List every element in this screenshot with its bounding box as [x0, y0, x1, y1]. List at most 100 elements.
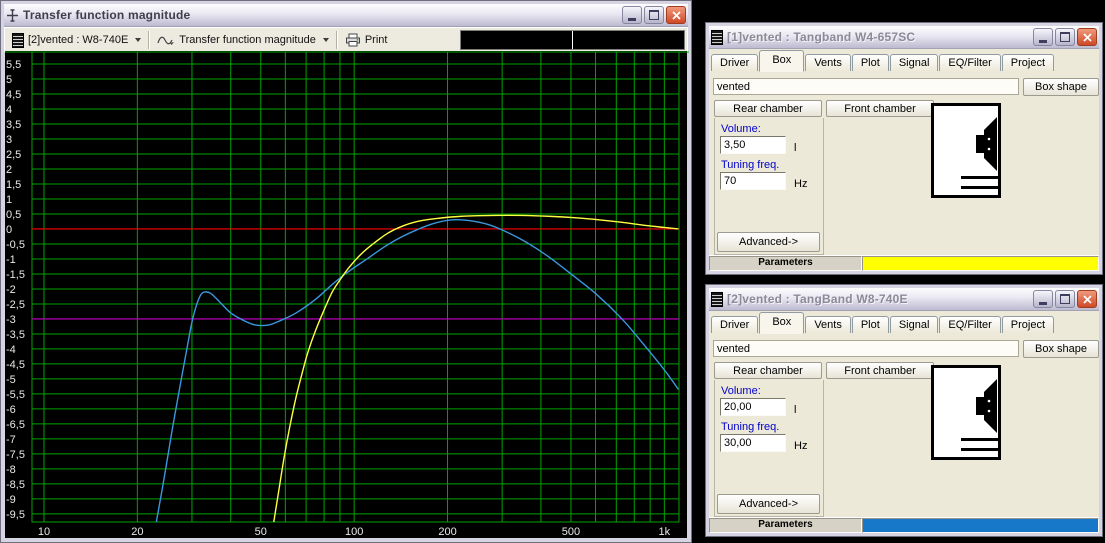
- tab-project[interactable]: Project: [1001, 54, 1055, 71]
- crosshair-icon: [7, 8, 18, 22]
- maximize-button[interactable]: [1055, 290, 1075, 308]
- rear-chamber-button[interactable]: Rear chamber: [714, 362, 822, 379]
- status-parameters-label: Parameters: [709, 256, 862, 271]
- minimize-button[interactable]: [1033, 290, 1053, 308]
- progress-fill: [863, 257, 1098, 270]
- tab-plot[interactable]: Plot: [851, 54, 889, 71]
- minimize-button[interactable]: [622, 6, 642, 24]
- graph-type-dropdown[interactable]: Transfer function magnitude: [152, 29, 334, 51]
- advanced-button[interactable]: Advanced->: [717, 232, 820, 252]
- tab-vents[interactable]: Vents: [805, 54, 851, 71]
- svg-text:100: 100: [345, 526, 363, 538]
- vented-box-drawing: [931, 365, 1001, 460]
- window-titlebar[interactable]: [1]vented : Tangband W4-657SC: [709, 26, 1099, 49]
- svg-text:-7,5: -7,5: [6, 449, 25, 461]
- close-button[interactable]: [666, 6, 686, 24]
- box-shape-button[interactable]: Box shape: [1023, 340, 1099, 358]
- box-name-input[interactable]: [713, 78, 1019, 95]
- svg-text:-0,5: -0,5: [6, 239, 25, 251]
- plot-window: Transfer function magnitude [2]vented : …: [0, 0, 692, 543]
- front-chamber-button[interactable]: Front chamber: [826, 100, 934, 117]
- tuning-freq-unit: Hz: [794, 178, 808, 190]
- svg-text:-3: -3: [6, 314, 16, 326]
- volume-label: Volume:: [721, 385, 761, 397]
- svg-text:-8,5: -8,5: [6, 479, 25, 491]
- tuning-freq-label: Tuning freq.: [721, 421, 780, 433]
- status-progress: [862, 256, 1099, 271]
- project-window-1: [1]vented : Tangband W4-657SC Driver Box…: [705, 22, 1103, 275]
- box-shape-button[interactable]: Box shape: [1023, 78, 1099, 96]
- volume-unit: l: [794, 404, 797, 416]
- maximize-button[interactable]: [1055, 28, 1075, 46]
- advanced-button[interactable]: Advanced->: [717, 494, 820, 514]
- volume-unit: l: [794, 142, 797, 154]
- tab-plot[interactable]: Plot: [851, 316, 889, 333]
- minimize-button[interactable]: [1033, 28, 1053, 46]
- plot-area[interactable]: 5,5 5 4,5 4 3,5 3 2,5 2 1,5 1 0,5 0 -0,5 -1 -1,5 -2 -2,5…: [5, 51, 689, 539]
- status-progress: [862, 518, 1099, 533]
- svg-text:-6,5: -6,5: [6, 419, 25, 431]
- tab-driver[interactable]: Driver: [711, 54, 759, 71]
- status-parameters-label: Parameters: [709, 518, 862, 533]
- tuning-freq-input[interactable]: [720, 172, 786, 190]
- vented-box-drawing: [931, 103, 1001, 198]
- waveform-icon: [157, 36, 175, 45]
- svg-text:3,5: 3,5: [6, 119, 21, 131]
- volume-input[interactable]: [720, 398, 786, 416]
- svg-text:1k: 1k: [659, 526, 671, 538]
- tab-project[interactable]: Project: [1001, 316, 1055, 333]
- printer-icon: [345, 33, 360, 47]
- box-name-input[interactable]: [713, 340, 1019, 357]
- tuning-freq-input[interactable]: [720, 434, 786, 452]
- readout-magnitude: [573, 31, 684, 49]
- tab-signal[interactable]: Signal: [889, 54, 939, 71]
- tab-vents[interactable]: Vents: [805, 316, 851, 333]
- window-title: [2]vented : TangBand W8-740E: [727, 292, 908, 306]
- project-icon: [711, 29, 723, 45]
- project-selector-dropdown[interactable]: [2]vented : W8-740E: [7, 29, 146, 51]
- front-chamber-button[interactable]: Front chamber: [826, 362, 934, 379]
- tab-box[interactable]: Box: [759, 312, 805, 334]
- project-icon: [12, 32, 24, 48]
- close-button[interactable]: [1077, 28, 1097, 46]
- chevron-down-icon: [135, 38, 142, 42]
- svg-text:10: 10: [38, 526, 50, 538]
- close-button[interactable]: [1077, 290, 1097, 308]
- rear-chamber-button[interactable]: Rear chamber: [714, 100, 822, 117]
- window-titlebar[interactable]: [2]vented : TangBand W8-740E: [709, 288, 1099, 311]
- svg-text:-4,5: -4,5: [6, 359, 25, 371]
- toolbar-separator: [148, 31, 151, 49]
- tab-box[interactable]: Box: [759, 50, 805, 72]
- svg-text:5: 5: [6, 74, 12, 86]
- tab-eq-filter[interactable]: EQ/Filter: [939, 54, 1001, 71]
- svg-text:-7: -7: [6, 434, 16, 446]
- svg-text:2: 2: [6, 164, 12, 176]
- vent-tube-icon: [961, 448, 999, 451]
- svg-text:-9: -9: [6, 494, 16, 506]
- close-icon: [1082, 294, 1092, 304]
- box-tab-content: Box shape Rear chamber Front chamber Vol…: [709, 71, 1099, 256]
- svg-text:0: 0: [6, 224, 12, 236]
- vent-tube-icon: [961, 176, 999, 179]
- volume-input[interactable]: [720, 136, 786, 154]
- maximize-button[interactable]: [644, 6, 664, 24]
- svg-text:500: 500: [562, 526, 580, 538]
- tab-signal[interactable]: Signal: [889, 316, 939, 333]
- progress-fill: [863, 519, 1098, 532]
- tab-driver[interactable]: Driver: [711, 316, 759, 333]
- svg-text:1: 1: [6, 194, 12, 206]
- tab-eq-filter[interactable]: EQ/Filter: [939, 316, 1001, 333]
- svg-text:0,5: 0,5: [6, 209, 21, 221]
- print-button[interactable]: Print: [340, 29, 393, 51]
- svg-text:5,5: 5,5: [6, 59, 21, 71]
- svg-text:1,5: 1,5: [6, 179, 21, 191]
- transfer-function-chart[interactable]: 5,5 5 4,5 4 3,5 3 2,5 2 1,5 1 0,5 0 -0,5 -1 -1,5 -2 -2,5…: [5, 51, 689, 539]
- chevron-down-icon: [322, 38, 329, 42]
- project-window-2: [2]vented : TangBand W8-740E Driver Box …: [705, 284, 1103, 537]
- svg-text:-5: -5: [6, 374, 16, 386]
- tab-bar: Driver Box Vents Plot Signal EQ/Filter P…: [709, 311, 1099, 334]
- close-icon: [671, 10, 681, 20]
- plot-window-titlebar[interactable]: Transfer function magnitude: [4, 4, 688, 27]
- tuning-freq-unit: Hz: [794, 440, 808, 452]
- svg-text:200: 200: [438, 526, 456, 538]
